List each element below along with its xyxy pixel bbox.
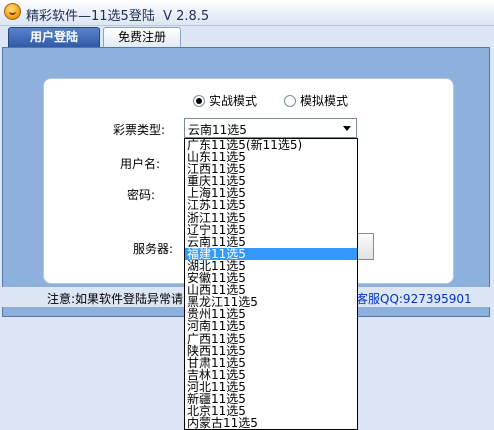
support-qq-link[interactable]: 客服QQ:927395901 — [356, 290, 472, 307]
title-bar[interactable]: 精彩软件—11选5登陆 V 2.8.5 — [0, 0, 494, 26]
password-label: 密码: — [127, 188, 156, 202]
lottery-type-select[interactable]: 云南11选5 — [184, 118, 357, 138]
dropdown-option[interactable]: 陕西11选5 — [185, 345, 357, 357]
lottery-type-label: 彩票类型: — [113, 123, 166, 137]
dropdown-option[interactable]: 江苏11选5 — [185, 199, 357, 211]
window-title-text: 精彩软件—11选5登陆 — [26, 9, 155, 24]
mode-sim-label: 模拟模式 — [300, 94, 349, 108]
dropdown-option[interactable]: 辽宁11选5 — [185, 224, 357, 236]
username-label: 用户名: — [120, 157, 161, 171]
dropdown-option[interactable]: 广西11选5 — [185, 332, 357, 345]
mode-sim-option[interactable]: 模拟模式 — [284, 92, 348, 108]
server-label: 服务器: — [133, 242, 174, 256]
server-button[interactable] — [356, 233, 374, 260]
lottery-type-value: 云南11选5 — [188, 123, 247, 137]
window-title: 精彩软件—11选5登陆 V 2.8.5 — [26, 5, 209, 24]
dropdown-option[interactable]: 河南11选5 — [185, 320, 357, 332]
dropdown-option[interactable]: 内蒙古11选5 — [185, 417, 357, 429]
tab-bar: 用户登陆 免费注册 — [0, 26, 494, 48]
radio-checked-icon[interactable] — [193, 95, 205, 107]
chevron-down-icon[interactable] — [343, 126, 351, 131]
dropdown-option[interactable]: 甘肃11选5 — [185, 357, 357, 369]
dropdown-option[interactable]: 浙江11选5 — [185, 212, 357, 224]
tab-user-login[interactable]: 用户登陆 — [8, 27, 100, 47]
login-window: 精彩软件—11选5登陆 V 2.8.5 用户登陆 免费注册 实战模式 模拟模式 … — [0, 0, 494, 430]
mode-real-option[interactable]: 实战模式 — [193, 92, 257, 108]
tab-free-register[interactable]: 免费注册 — [103, 27, 181, 47]
notice-text: 注意:如果软件登陆异常请 — [47, 292, 184, 306]
lottery-type-dropdown-list[interactable]: 广东11选5(新11选5) 山东11选5 江西11选5 重庆11选5 上海11选5 江苏1… — [184, 138, 358, 430]
app-logo-icon — [4, 3, 21, 20]
mode-real-label: 实战模式 — [209, 94, 258, 108]
window-version: V 2.8.5 — [163, 9, 210, 24]
radio-unchecked-icon[interactable] — [284, 95, 296, 107]
